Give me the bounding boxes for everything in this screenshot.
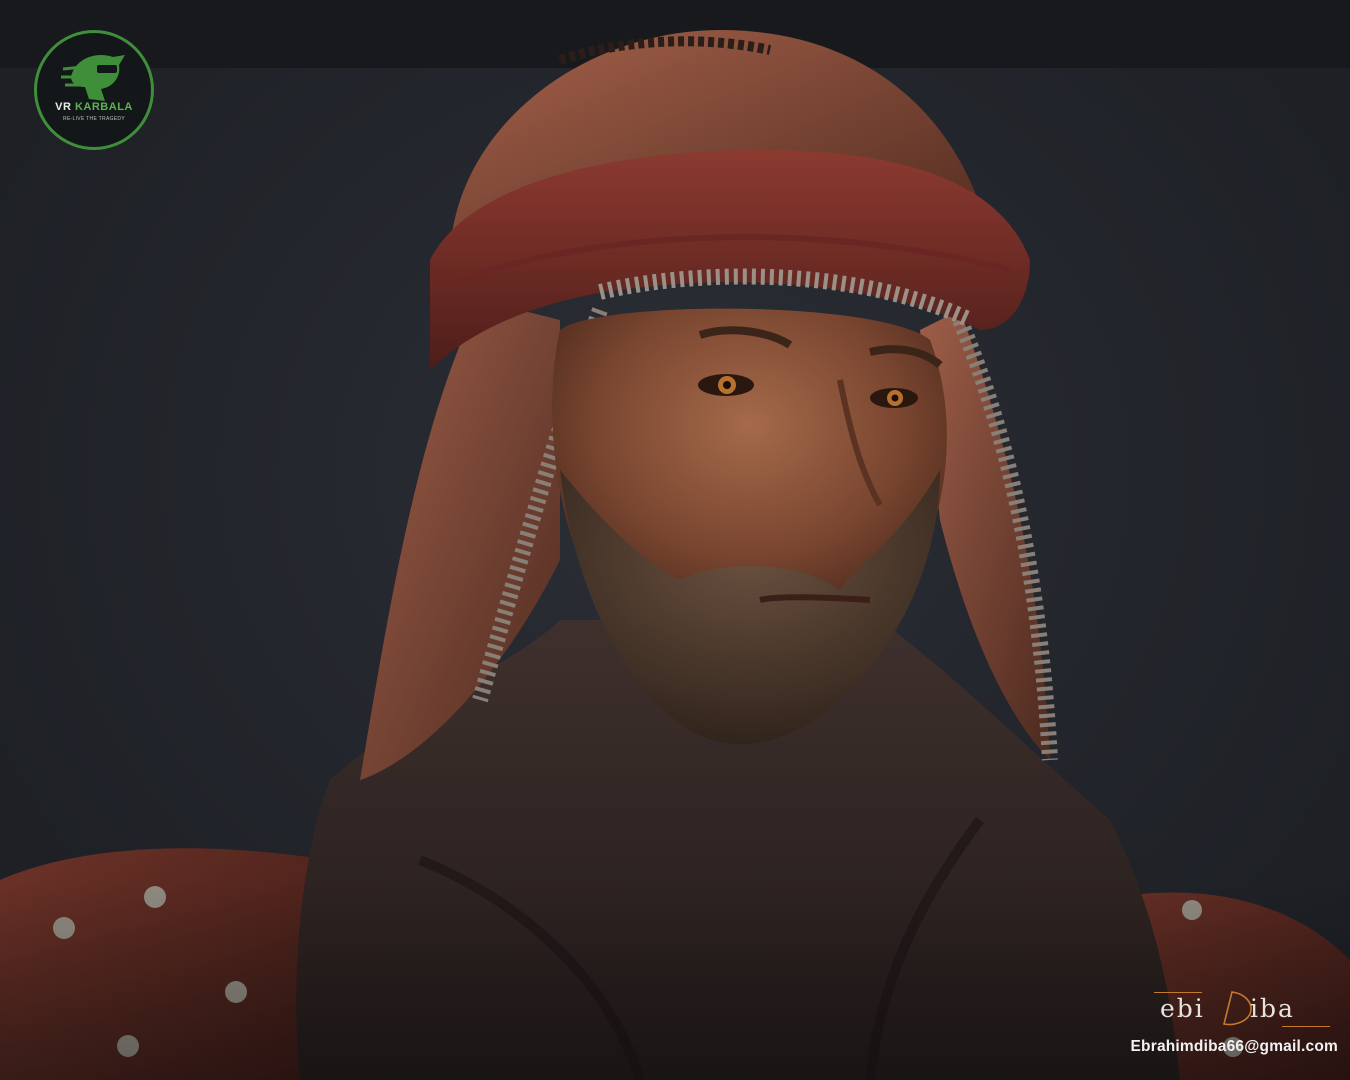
signature-rule-bottom [1282, 1026, 1330, 1027]
artist-signature: ebi iba [1150, 991, 1335, 1032]
logo-title: VR KARBALA [55, 101, 133, 113]
signature-left: ebi [1160, 994, 1205, 1023]
render-stage: VR KARBALA RE-LIVE THE TRAGEDY ebi iba E… [0, 0, 1350, 1080]
vr-karbala-logo: VR KARBALA RE-LIVE THE TRAGEDY [34, 30, 154, 150]
signature-right: iba [1250, 994, 1295, 1023]
logo-tagline: RE-LIVE THE TRAGEDY [63, 116, 125, 122]
signature-rule-top [1154, 992, 1202, 993]
artist-email: Ebrahimdiba66@gmail.com [1130, 1038, 1338, 1055]
